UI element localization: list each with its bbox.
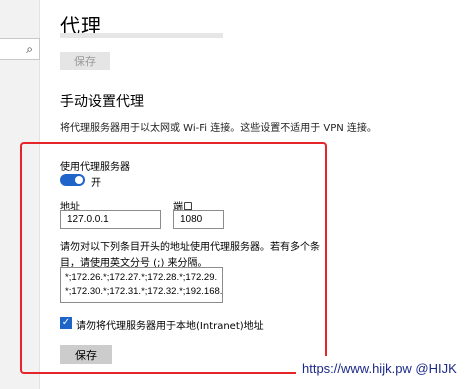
watermark-text: https://www.hijk.pw @HIJK [296,356,474,380]
bypass-local-label: 请勿将代理服务器用于本地(Intranet)地址 [76,321,264,332]
address-field[interactable]: 127.0.0.1 [60,210,161,229]
bypass-local-checkbox[interactable]: ✓ [60,317,72,329]
toggle-state-label: 开 [91,178,101,189]
exceptions-field[interactable]: *;172.26.*;172.27.*;172.28.*;172.29. *;1… [60,267,223,303]
checkmark-icon: ✓ [61,317,71,328]
exceptions-line: *;172.30.*;172.31.*;172.32.*;192.168.* [65,286,223,297]
sidebar-search-input[interactable]: ⌕ [0,38,40,60]
save-button[interactable]: 保存 [60,345,112,364]
search-icon[interactable]: ⌕ [26,42,33,57]
manual-proxy-heading: 手动设置代理 [60,94,144,110]
use-proxy-label: 使用代理服务器 [60,162,130,173]
use-proxy-toggle[interactable] [60,174,85,186]
exceptions-line: *;172.26.*;172.27.*;172.28.*;172.29. [65,272,218,283]
title-underline [60,33,223,38]
toggle-knob [75,176,83,184]
save-button-top[interactable]: 保存 [60,52,110,70]
manual-proxy-description: 将代理服务器用于以太网或 Wi-Fi 连接。这些设置不适用于 VPN 连接。 [60,123,377,134]
port-field[interactable]: 1080 [173,210,224,229]
